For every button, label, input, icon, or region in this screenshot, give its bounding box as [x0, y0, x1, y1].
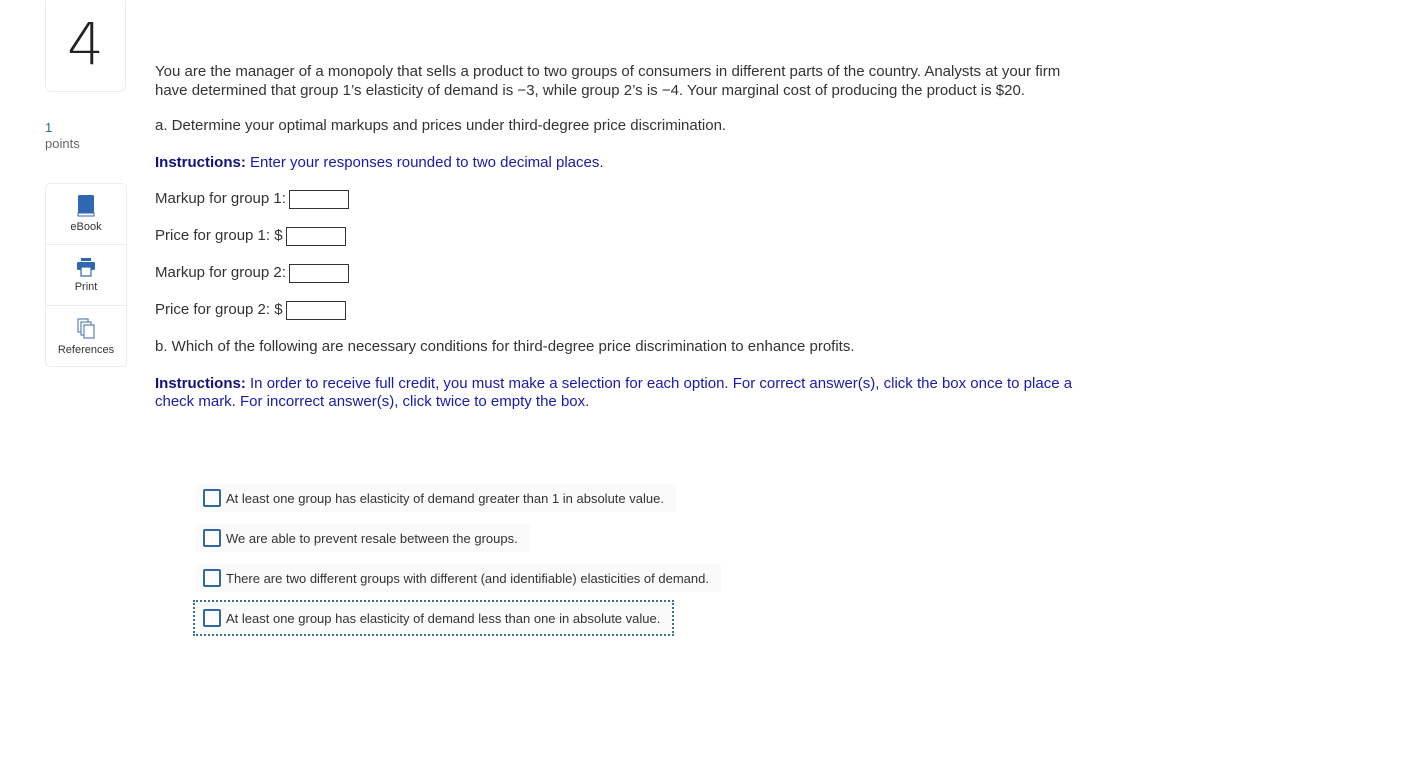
option-4[interactable]: At least one group has elasticity of dem…: [192, 600, 675, 636]
print-button[interactable]: Print: [46, 245, 126, 306]
markup-group-1-input[interactable]: [288, 190, 349, 209]
question-intro: You are the manager of a monopoly that s…: [155, 63, 1061, 99]
price-group-2-row: Price for group 2: $: [155, 301, 1085, 320]
price-group-1-input[interactable]: [285, 227, 346, 246]
part-a-prompt: a. Determine your optimal markups and pr…: [155, 117, 727, 134]
question-number: 4: [45, 0, 126, 92]
option-2[interactable]: We are able to prevent resale between th…: [195, 524, 530, 552]
markup-group-1-label: Markup for group 1:: [155, 190, 286, 208]
points-value: 1: [45, 120, 53, 135]
part-b-prompt: b. Which of the following are necessary …: [155, 338, 855, 355]
question-content: You are the manager of a monopoly that s…: [155, 63, 1085, 430]
option-label: There are two different groups with diff…: [226, 570, 709, 586]
instructions-label: Instructions:: [155, 153, 246, 171]
tools-panel: eBook Print References: [45, 183, 127, 367]
printer-icon: [76, 257, 96, 281]
price-group-1-label: Price for group 1: $: [155, 227, 283, 245]
checkbox[interactable]: [203, 489, 221, 507]
ebook-button[interactable]: eBook: [46, 184, 126, 245]
documents-icon: [77, 317, 95, 344]
checkbox[interactable]: [203, 529, 221, 547]
references-button[interactable]: References: [46, 306, 126, 367]
markup-group-2-row: Markup for group 2:: [155, 264, 1085, 283]
part-b-instructions: Instructions: In order to receive full c…: [155, 375, 1085, 412]
points-label: points: [45, 136, 80, 151]
option-1[interactable]: At least one group has elasticity of dem…: [195, 484, 676, 512]
option-3[interactable]: There are two different groups with diff…: [195, 564, 721, 592]
instructions-text: In order to receive full credit, you mus…: [155, 374, 1073, 411]
book-icon: [77, 195, 95, 221]
checkbox[interactable]: [203, 569, 221, 587]
price-group-1-row: Price for group 1: $: [155, 227, 1085, 246]
instructions-text: Enter your responses rounded to two deci…: [245, 153, 604, 171]
options-list: At least one group has elasticity of dem…: [192, 484, 721, 646]
markup-group-1-row: Markup for group 1:: [155, 190, 1085, 209]
references-label: References: [57, 343, 115, 356]
price-group-2-input[interactable]: [285, 301, 346, 320]
instructions-label: Instructions:: [155, 374, 246, 392]
part-a-instructions: Instructions: Enter your responses round…: [155, 154, 1085, 173]
ebook-label: eBook: [70, 221, 102, 233]
option-label: We are able to prevent resale between th…: [226, 530, 518, 546]
option-label: At least one group has elasticity of dem…: [226, 610, 661, 626]
print-label: Print: [74, 281, 98, 293]
markup-group-2-label: Markup for group 2:: [155, 264, 286, 282]
price-group-2-label: Price for group 2: $: [155, 301, 283, 319]
markup-group-2-input[interactable]: [288, 264, 349, 283]
points-block: 1 points: [45, 120, 80, 152]
option-label: At least one group has elasticity of dem…: [226, 490, 664, 506]
checkbox[interactable]: [203, 609, 221, 627]
